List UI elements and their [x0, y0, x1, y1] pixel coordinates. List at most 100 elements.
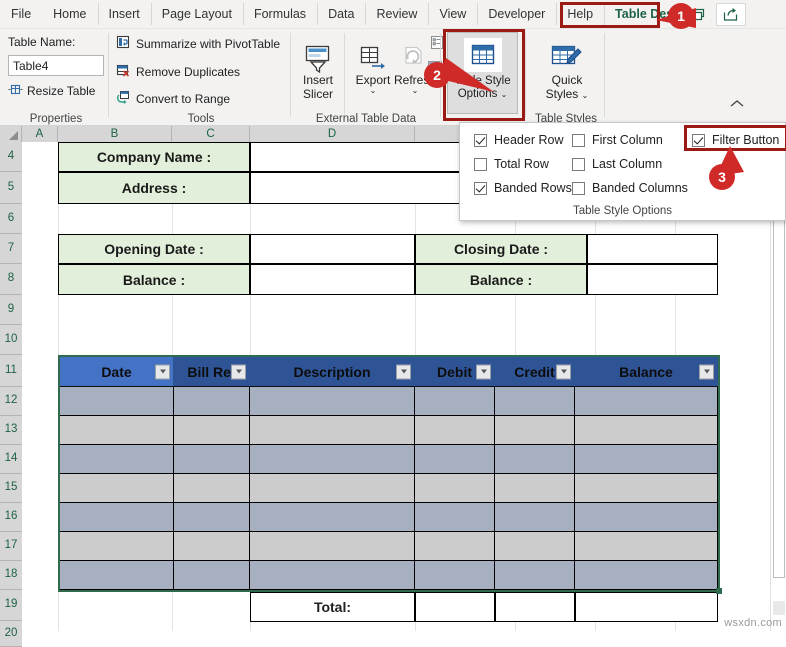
tab-file[interactable]: File [0, 0, 42, 28]
table-cell[interactable] [60, 532, 174, 561]
table-cell[interactable] [495, 387, 575, 416]
row-header-15[interactable]: 15 [0, 474, 22, 503]
vertical-scrollbar-track-bottom[interactable] [773, 601, 785, 615]
tab-home[interactable]: Home [42, 0, 97, 28]
checkbox-total-row[interactable]: Total Row [474, 157, 549, 171]
table-cell[interactable] [60, 416, 174, 445]
checkbox-banded-columns-box[interactable] [572, 181, 585, 195]
table-cell[interactable] [415, 532, 495, 561]
chevron-down-icon[interactable]: ⌄ [370, 87, 377, 95]
checkbox-banded-rows-box[interactable] [474, 181, 487, 195]
tab-view[interactable]: View [428, 0, 477, 28]
table-cell[interactable] [60, 445, 174, 474]
table-cell[interactable] [250, 532, 415, 561]
opening-balance-label[interactable]: Balance : [58, 264, 250, 295]
table-cell[interactable] [495, 532, 575, 561]
row-header-16[interactable]: 16 [0, 503, 22, 532]
filter-button-credit[interactable] [556, 364, 571, 379]
table-cell[interactable] [415, 445, 495, 474]
closing-date-value[interactable] [587, 234, 718, 264]
table-header-balance[interactable]: Balance [575, 357, 718, 387]
checkbox-first-column-box[interactable] [572, 133, 585, 147]
row-header-19[interactable]: 19 [0, 590, 22, 621]
column-header-a[interactable]: A [22, 126, 58, 142]
table-cell[interactable] [174, 561, 250, 590]
opening-balance-value[interactable] [250, 264, 415, 295]
table-cell[interactable] [495, 561, 575, 590]
row-header-4[interactable]: 4 [0, 142, 22, 172]
convert-to-range-button[interactable]: Convert to Range [116, 90, 230, 108]
checkbox-last-column-box[interactable] [572, 157, 585, 171]
row-header-8[interactable]: 8 [0, 264, 22, 295]
filter-button-bill-ref[interactable] [231, 364, 246, 379]
table-cell[interactable] [415, 503, 495, 532]
chevron-down-icon[interactable]: ⌄ [582, 91, 589, 100]
chevron-down-icon[interactable]: ⌄ [412, 87, 419, 95]
filter-button-description[interactable] [396, 364, 411, 379]
table-cell[interactable] [575, 445, 718, 474]
row-header-5[interactable]: 5 [0, 172, 22, 204]
closing-balance-label[interactable]: Balance : [415, 264, 587, 295]
collapse-ribbon-icon[interactable] [730, 97, 744, 112]
table-cell[interactable] [250, 416, 415, 445]
table-header-bill-ref[interactable]: Bill Ref [174, 357, 250, 387]
row-header-13[interactable]: 13 [0, 416, 22, 445]
table-cell[interactable] [575, 561, 718, 590]
table-cell[interactable] [174, 503, 250, 532]
table-cell[interactable] [415, 387, 495, 416]
table-cell[interactable] [575, 416, 718, 445]
closing-date-label[interactable]: Closing Date : [415, 234, 587, 264]
checkbox-banded-rows[interactable]: Banded Rows [474, 181, 572, 195]
row-header-17[interactable]: 17 [0, 532, 22, 561]
checkbox-header-row-box[interactable] [474, 133, 487, 147]
table-header-debit[interactable]: Debit [415, 357, 495, 387]
total-debit-cell[interactable] [415, 592, 495, 622]
summarize-with-pivottable-button[interactable]: Summarize with PivotTable [116, 35, 280, 53]
checkbox-total-row-box[interactable] [474, 157, 487, 171]
chevron-down-icon[interactable]: ⌄ [501, 90, 508, 99]
table-cell[interactable] [60, 503, 174, 532]
table-cell[interactable] [60, 474, 174, 503]
table-cell[interactable] [415, 474, 495, 503]
table-cell[interactable] [250, 561, 415, 590]
row-header-10[interactable]: 10 [0, 325, 22, 355]
total-credit-cell[interactable] [495, 592, 575, 622]
checkbox-header-row[interactable]: Header Row [474, 133, 563, 147]
total-label-cell[interactable]: Total: [250, 592, 415, 622]
tab-review[interactable]: Review [365, 0, 428, 28]
total-balance-cell[interactable] [575, 592, 718, 622]
table-cell[interactable] [495, 474, 575, 503]
filter-button-balance[interactable] [699, 364, 714, 379]
tab-developer[interactable]: Developer [477, 0, 556, 28]
tab-page-layout[interactable]: Page Layout [150, 0, 243, 28]
table-cell[interactable] [174, 416, 250, 445]
tab-help[interactable]: Help [556, 0, 604, 28]
table-cell[interactable] [250, 474, 415, 503]
checkbox-banded-columns[interactable]: Banded Columns [572, 181, 688, 195]
table-header-description[interactable]: Description [250, 357, 415, 387]
row-header-9[interactable]: 9 [0, 295, 22, 325]
opening-date-label[interactable]: Opening Date : [58, 234, 250, 264]
opening-date-value[interactable] [250, 234, 415, 264]
table-cell[interactable] [60, 561, 174, 590]
company-name-label[interactable]: Company Name : [58, 142, 250, 172]
filter-button-debit[interactable] [476, 364, 491, 379]
checkbox-last-column[interactable]: Last Column [572, 157, 662, 171]
insert-slicer-button[interactable]: Insert Slicer [294, 37, 342, 101]
table-cell[interactable] [415, 416, 495, 445]
table-cell[interactable] [174, 532, 250, 561]
table-cell[interactable] [250, 503, 415, 532]
row-header-7[interactable]: 7 [0, 234, 22, 264]
table-cell[interactable] [250, 445, 415, 474]
share-button[interactable] [716, 3, 746, 26]
vertical-scrollbar-thumb[interactable] [773, 178, 785, 578]
address-label[interactable]: Address : [58, 172, 250, 204]
column-header-c[interactable]: C [172, 126, 250, 142]
table-cell[interactable] [60, 387, 174, 416]
table-cell[interactable] [174, 387, 250, 416]
table-cell[interactable] [174, 445, 250, 474]
column-header-b[interactable]: B [58, 126, 172, 142]
table-cell[interactable] [495, 445, 575, 474]
row-header-11[interactable]: 11 [0, 355, 22, 387]
closing-balance-value[interactable] [587, 264, 718, 295]
